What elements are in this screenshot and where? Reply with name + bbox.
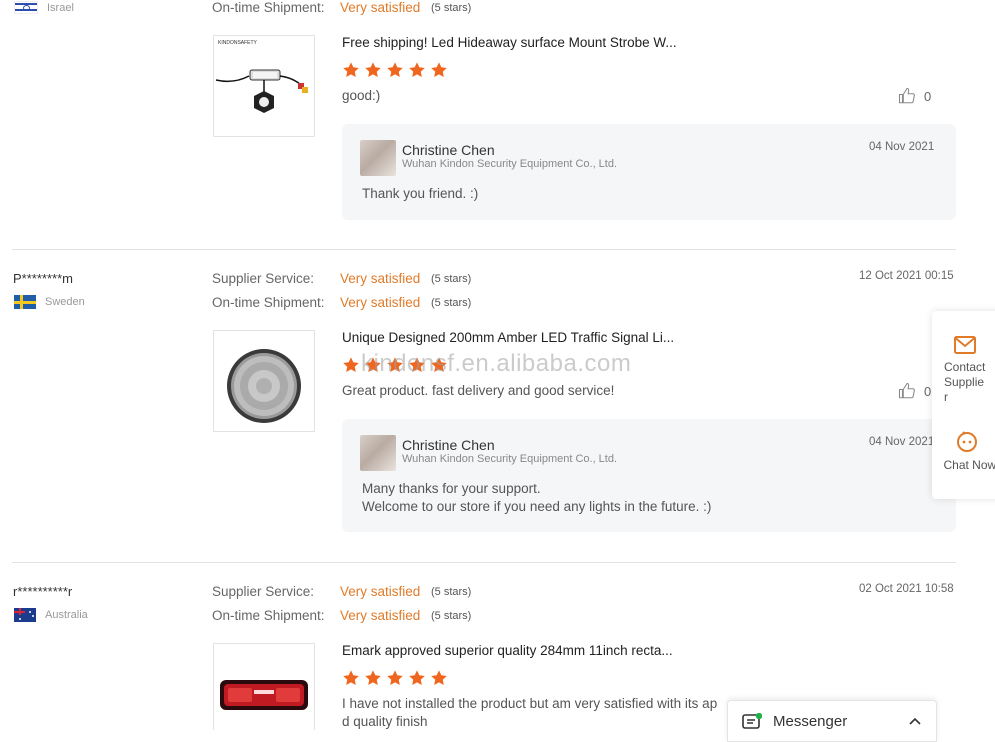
tail-light-product-image xyxy=(220,680,308,710)
avatar xyxy=(360,140,396,176)
ontime-value: Very satisfied xyxy=(340,295,421,310)
star-rating xyxy=(342,61,448,79)
helpful-button[interactable]: 0 xyxy=(898,382,931,400)
product-title-link[interactable]: Free shipping! Led Hideaway surface Moun… xyxy=(342,35,677,50)
divider xyxy=(12,562,956,563)
buyer-name: P********m xyxy=(13,271,73,286)
country-name: Sweden xyxy=(45,296,85,308)
messenger-label: Messenger xyxy=(773,713,848,730)
buyer-name: r**********r xyxy=(13,584,73,599)
buyer-country: Israel xyxy=(14,1,74,14)
star-icon xyxy=(431,670,447,686)
star-icon xyxy=(343,357,359,373)
traffic-signal-product-image xyxy=(227,349,301,423)
product-thumbnail[interactable]: KINDONSAFETY xyxy=(213,35,315,137)
ontime-label: On-time Shipment: xyxy=(212,608,325,623)
review-comment: Great product. fast delivery and good se… xyxy=(342,383,615,398)
chat-now-button[interactable]: Chat Now! xyxy=(932,429,995,473)
review-comment: good:) xyxy=(342,88,381,103)
star-icon xyxy=(387,62,403,78)
reply-author: Christine Chen xyxy=(402,142,495,158)
reply-author: Christine Chen xyxy=(402,437,495,453)
ontime-value: Very satisfied xyxy=(340,608,421,623)
thumbs-up-icon xyxy=(898,87,915,104)
review-date: 02 Oct 2021 10:58 xyxy=(859,583,954,595)
chat-bubble-icon xyxy=(957,431,977,452)
thumbs-up-icon xyxy=(898,382,915,399)
chat-now-label: Chat Now! xyxy=(943,458,995,472)
reply-text-line-2: Welcome to our store if you need any lig… xyxy=(362,499,712,514)
envelope-icon xyxy=(954,336,976,354)
ontime-label: On-time Shipment: xyxy=(212,0,325,15)
star-icon xyxy=(365,670,381,686)
star-icon xyxy=(343,670,359,686)
ontime-stars: (5 stars) xyxy=(431,297,472,309)
divider xyxy=(12,249,956,250)
country-name: Australia xyxy=(45,609,88,621)
contact-label-line-2: Supplie xyxy=(944,375,985,389)
avatar xyxy=(360,435,396,471)
product-title-link[interactable]: Emark approved superior quality 284mm 11… xyxy=(342,643,673,658)
watermark: kindonsf.en.alibaba.com xyxy=(361,350,632,377)
chevron-up-icon[interactable] xyxy=(908,714,922,733)
ontime-value: Very satisfied xyxy=(340,0,421,15)
contact-supplier-button[interactable]: Contact Supplie r xyxy=(932,335,995,405)
star-icon xyxy=(343,62,359,78)
strobe-light-product-image: KINDONSAFETY xyxy=(215,40,308,113)
floating-contact-panel: Contact Supplie r Chat Now! xyxy=(932,311,995,499)
ontime-stars: (5 stars) xyxy=(431,2,472,14)
reply-text: Many thanks for your support. xyxy=(362,481,541,496)
messenger-bar[interactable]: Messenger xyxy=(727,700,937,742)
star-rating xyxy=(342,669,448,687)
supplier-service-label: Supplier Service: xyxy=(212,584,315,599)
reply-date: 04 Nov 2021 xyxy=(869,141,935,153)
australia-flag-icon xyxy=(14,608,36,622)
contact-label-line-1: Contact xyxy=(944,360,986,374)
supplier-service-label: Supplier Service: xyxy=(212,271,315,286)
product-thumbnail[interactable] xyxy=(213,330,315,432)
buyer-country: Sweden xyxy=(14,295,85,309)
supplier-service-stars: (5 stars) xyxy=(431,273,472,285)
review-date: 12 Oct 2021 00:15 xyxy=(859,270,954,282)
ontime-stars: (5 stars) xyxy=(431,610,472,622)
helpful-count: 0 xyxy=(924,383,932,399)
star-icon xyxy=(431,62,447,78)
review-comment-line-2: d quality finish xyxy=(342,714,428,729)
contact-label-line-3: r xyxy=(944,390,948,404)
review-comment: I have not installed the product but am … xyxy=(342,696,718,711)
country-name: Israel xyxy=(47,1,74,14)
supplier-reply: Christine Chen Wuhan Kindon Security Equ… xyxy=(342,419,956,532)
star-icon xyxy=(387,670,403,686)
product-thumbnail[interactable] xyxy=(213,643,315,730)
star-icon xyxy=(365,62,381,78)
buyer-country: Australia xyxy=(14,608,88,622)
sweden-flag-icon xyxy=(14,295,36,309)
ontime-label: On-time Shipment: xyxy=(212,295,325,310)
product-title-link[interactable]: Unique Designed 200mm Amber LED Traffic … xyxy=(342,330,674,345)
reply-company: Wuhan Kindon Security Equipment Co., Ltd… xyxy=(402,158,618,170)
israel-flag-icon xyxy=(14,1,38,14)
reply-text: Thank you friend. :) xyxy=(362,186,479,201)
supplier-reply: Christine Chen Wuhan Kindon Security Equ… xyxy=(342,124,956,220)
supplier-service-stars: (5 stars) xyxy=(431,586,472,598)
star-icon xyxy=(409,62,425,78)
helpful-button[interactable]: 0 xyxy=(898,87,931,105)
supplier-service-value: Very satisfied xyxy=(340,584,421,599)
reply-company: Wuhan Kindon Security Equipment Co., Ltd… xyxy=(402,453,618,465)
messenger-icon xyxy=(742,712,763,736)
svg-text:KINDONSAFETY: KINDONSAFETY xyxy=(218,40,258,46)
star-icon xyxy=(409,670,425,686)
supplier-service-value: Very satisfied xyxy=(340,271,421,286)
helpful-count: 0 xyxy=(924,88,932,104)
reply-date: 04 Nov 2021 xyxy=(869,436,935,448)
